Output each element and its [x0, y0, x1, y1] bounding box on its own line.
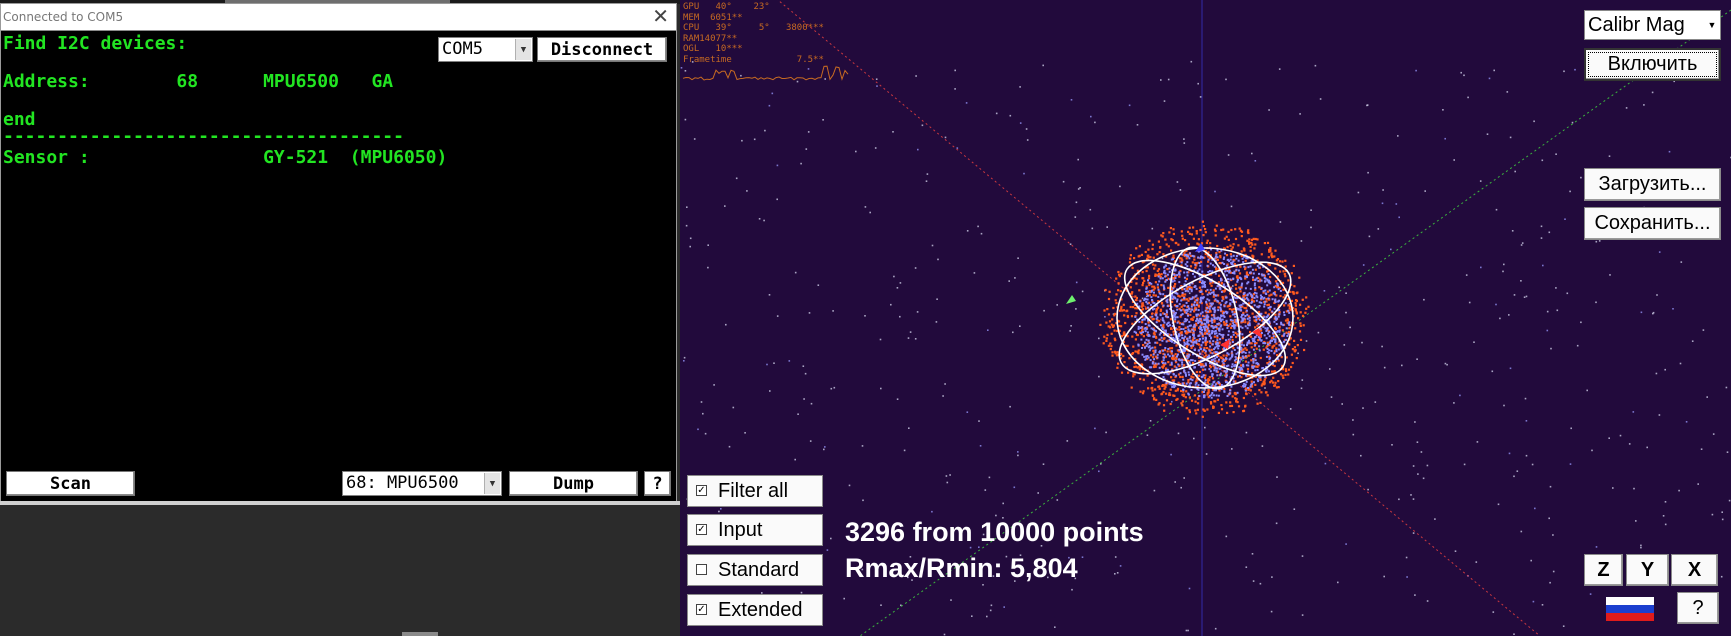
- check-icon[interactable]: ✓: [696, 604, 707, 615]
- terminal-title: Connected to COM5: [3, 10, 124, 24]
- port-select[interactable]: COM5 ▼: [438, 37, 533, 62]
- check-icon[interactable]: ✓: [696, 485, 707, 496]
- background-noise-points: [680, 60, 1731, 636]
- russia-flag-icon[interactable]: [1606, 597, 1654, 621]
- device-select[interactable]: 68: MPU6500 ▼: [342, 471, 502, 496]
- radius-ratio-text: Rmax/Rmin: 5,804: [845, 553, 1078, 583]
- terminal-titlebar: Connected to COM5 ✕: [1, 4, 676, 31]
- calibration-viewport[interactable]: GPU 40° 23° MEM 6051** CPU 39° 5° 3800**…: [680, 0, 1731, 636]
- performance-stats: GPU 40° 23° MEM 6051** CPU 39° 5° 3800**…: [683, 2, 824, 65]
- stats-cpu: CPU 39° 5° 3800***: [683, 23, 824, 33]
- close-icon[interactable]: ✕: [652, 5, 669, 27]
- check-icon[interactable]: ✓: [696, 524, 707, 535]
- terminal-line-find: Find I2C devices:: [3, 33, 188, 54]
- mode-select[interactable]: Calibr Mag ▼: [1584, 10, 1721, 40]
- mode-select-value: Calibr Mag: [1588, 14, 1685, 36]
- dropdown-arrow-icon[interactable]: ▼: [1705, 13, 1719, 37]
- axis-z-button[interactable]: Z: [1584, 554, 1623, 586]
- checkbox-empty-icon[interactable]: [696, 564, 707, 575]
- enable-button[interactable]: Включить: [1584, 48, 1721, 81]
- points-count-text: 3296 from 10000 points: [845, 517, 1144, 547]
- dropdown-arrow-icon[interactable]: ▼: [515, 39, 531, 60]
- extended-checkbox[interactable]: ✓ Extended: [687, 594, 823, 626]
- terminal-line-sensor: Sensor : GY-521 (MPU6050): [3, 147, 448, 168]
- terminal-help-button[interactable]: ?: [644, 471, 671, 496]
- stats-gpu: GPU 40° 23°: [683, 2, 770, 12]
- axis-y-button[interactable]: Y: [1626, 554, 1669, 586]
- stats-frametime: Frametime 7.5**: [683, 54, 824, 65]
- filter-all-label: Filter all: [718, 480, 789, 502]
- stats-ogl: OGL 10***: [683, 44, 743, 54]
- terminal-window: Connected to COM5 ✕ Find I2C devices: Ad…: [0, 3, 677, 504]
- stats-mem: MEM 6051**: [683, 12, 743, 23]
- scan-button[interactable]: Scan: [6, 471, 135, 496]
- port-select-value: COM5: [442, 39, 483, 59]
- extended-label: Extended: [718, 599, 803, 621]
- terminal-window-border: [0, 501, 680, 505]
- axis-arrow-green: [1066, 295, 1076, 304]
- disconnect-button[interactable]: Disconnect: [537, 37, 667, 62]
- save-button[interactable]: Сохранить...: [1584, 207, 1721, 240]
- desktop-scroll-handle[interactable]: [402, 632, 438, 636]
- dump-button[interactable]: Dump: [509, 471, 638, 496]
- axis-x-button[interactable]: X: [1671, 554, 1718, 586]
- input-label: Input: [718, 519, 763, 541]
- filter-all-checkbox[interactable]: ✓ Filter all: [687, 475, 823, 507]
- point-cloud-scene[interactable]: [680, 0, 1731, 636]
- standard-checkbox[interactable]: Standard: [687, 554, 823, 586]
- standard-label: Standard: [718, 559, 800, 581]
- stats-ram: RAM14077**: [683, 33, 738, 44]
- input-checkbox[interactable]: ✓ Input: [687, 514, 823, 546]
- dropdown-arrow-icon[interactable]: ▼: [484, 473, 500, 494]
- load-button[interactable]: Загрузить...: [1584, 168, 1721, 201]
- terminal-line-separator: -------------------------------------: [3, 126, 404, 147]
- device-select-value: 68: MPU6500: [346, 473, 459, 493]
- terminal-line-address: Address: 68 MPU6500 GA: [3, 71, 394, 92]
- viewport-help-button[interactable]: ?: [1677, 592, 1719, 624]
- frametime-graph: [682, 65, 849, 81]
